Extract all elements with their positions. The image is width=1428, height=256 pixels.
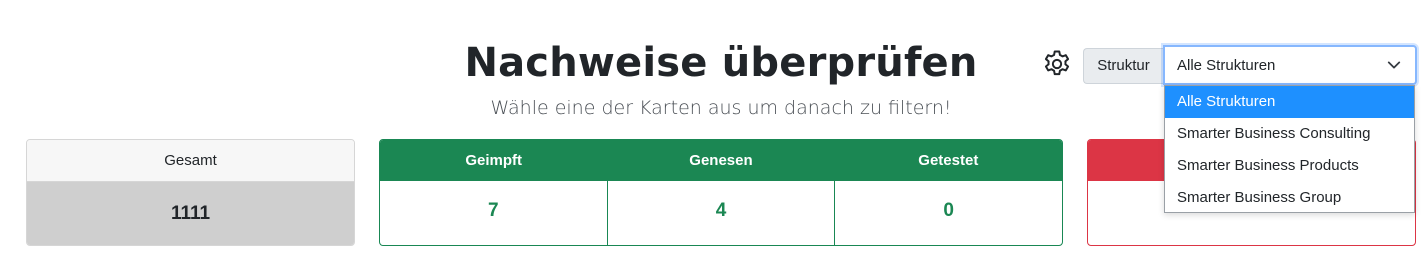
genesen-value[interactable]: 4	[606, 181, 835, 245]
settings-button[interactable]	[1040, 49, 1074, 83]
gear-icon	[1041, 48, 1073, 85]
chevron-down-icon	[1387, 58, 1401, 76]
struktur-dropdown: Alle Strukturen Smarter Business Consult…	[1164, 85, 1415, 213]
select-value: Alle Strukturen	[1177, 57, 1276, 74]
status-card: Geimpft Genesen Getestet 7 4 0	[379, 139, 1063, 246]
total-card[interactable]: Gesamt 1111	[26, 139, 355, 246]
option-alle-strukturen[interactable]: Alle Strukturen	[1165, 86, 1414, 118]
option-smarter-business-consulting[interactable]: Smarter Business Consulting	[1165, 118, 1414, 150]
getestet-label: Getestet	[918, 152, 979, 169]
option-smarter-business-products[interactable]: Smarter Business Products	[1165, 150, 1414, 182]
total-card-value: 1111	[27, 182, 354, 245]
struktur-select[interactable]: Alle Strukturen	[1163, 45, 1417, 85]
struktur-label: Struktur	[1083, 48, 1163, 84]
geimpft-label: Geimpft	[465, 152, 522, 169]
geimpft-value[interactable]: 7	[380, 181, 607, 245]
option-smarter-business-group[interactable]: Smarter Business Group	[1165, 182, 1414, 214]
getestet-value[interactable]: 0	[834, 181, 1062, 245]
total-card-label: Gesamt	[27, 140, 354, 182]
genesen-label: Genesen	[689, 152, 753, 169]
